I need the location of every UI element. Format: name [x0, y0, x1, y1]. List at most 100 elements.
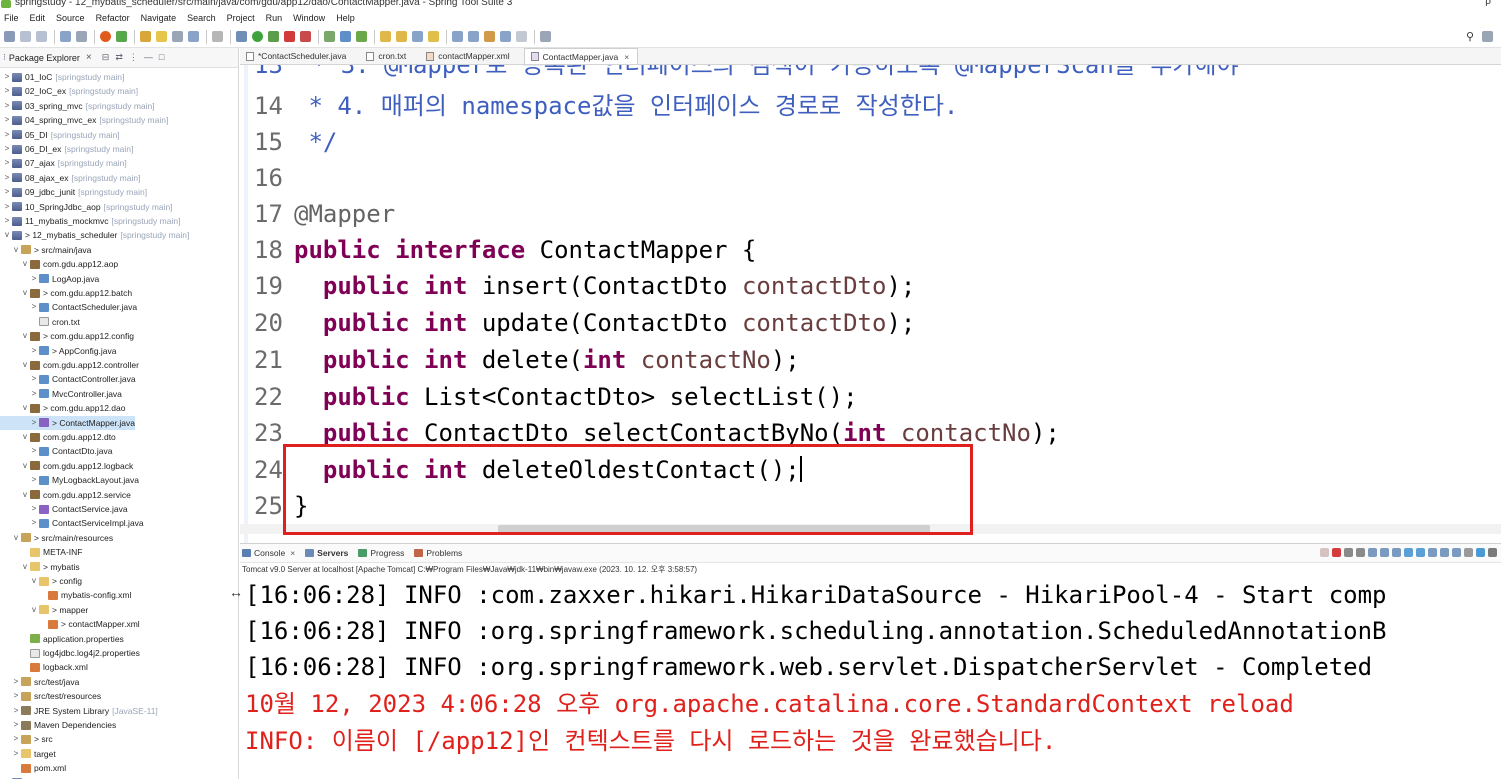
tree-item[interactable]: >11_mybatis_mockmvc [springstudy main] [0, 214, 181, 228]
chevron-right-icon[interactable]: > [3, 84, 11, 98]
new-console-icon[interactable] [1452, 548, 1461, 557]
menu-window[interactable]: Window [293, 13, 325, 23]
last-edit-location-icon[interactable] [484, 31, 495, 42]
tree-item[interactable]: > ContactService.java [0, 502, 128, 516]
chevron-down-icon[interactable]: v [30, 574, 38, 588]
tree-item[interactable]: pom.xml [0, 761, 66, 775]
chevron-right-icon[interactable]: > [3, 171, 11, 185]
tree-item[interactable]: v > src/main/resources [0, 531, 113, 545]
quick-access-search-icon[interactable]: ⚲ [1466, 30, 1474, 43]
chevron-right-icon[interactable]: > [30, 272, 38, 286]
open-task-icon[interactable] [356, 31, 367, 42]
debug-icon[interactable] [236, 31, 247, 42]
chevron-right-icon[interactable]: > [12, 747, 20, 761]
collapse-all-icon[interactable]: ⊟ [102, 52, 110, 63]
tree-item[interactable]: v > config [0, 574, 82, 588]
tree-item[interactable]: > src/test/resources [0, 689, 101, 703]
tree-item[interactable]: >09_jdbc_junit [springstudy main] [0, 185, 147, 199]
tree-item[interactable]: > MvcController.java [0, 387, 122, 401]
tab-progress[interactable]: Progress [358, 548, 404, 558]
chevron-down-icon[interactable]: v [21, 488, 29, 502]
chevron-right-icon[interactable]: > [3, 113, 11, 127]
show-whitespace-icon[interactable] [212, 31, 223, 42]
chevron-right-icon[interactable]: > [3, 70, 11, 84]
chevron-right-icon[interactable]: > [3, 214, 11, 228]
chevron-right-icon[interactable]: > [3, 156, 11, 170]
link-with-editor-icon[interactable]: ⇄ [115, 52, 123, 63]
chevron-down-icon[interactable]: v [21, 560, 29, 574]
tree-item[interactable]: v com.gdu.app12.logback [0, 459, 133, 473]
tab-problems[interactable]: Problems [414, 548, 462, 558]
chevron-right-icon[interactable]: > [3, 99, 11, 113]
tab-cron-txt[interactable]: cron.txt [360, 48, 414, 64]
scroll-lock-icon[interactable] [1380, 548, 1389, 557]
display-selected-console-icon[interactable] [1440, 548, 1449, 557]
filters-icon[interactable]: ⋮ [129, 52, 138, 63]
tree-item[interactable]: v com.gdu.app12.dto [0, 430, 116, 444]
tree-item[interactable]: > ContactDto.java [0, 444, 113, 458]
chevron-right-icon[interactable]: > [30, 516, 38, 530]
next-annotation-icon[interactable] [452, 31, 463, 42]
tree-item[interactable]: application.properties [0, 632, 124, 646]
pin-icon[interactable] [188, 31, 199, 42]
close-tab-icon[interactable]: × [624, 52, 629, 62]
back-icon[interactable] [500, 31, 511, 42]
terminal-icon[interactable] [60, 31, 71, 42]
close-tab-icon[interactable]: × [290, 548, 295, 558]
chevron-down-icon[interactable]: v [30, 603, 38, 617]
external-tools-icon[interactable] [284, 31, 295, 42]
menu-file[interactable]: File [4, 13, 19, 23]
menu-navigate[interactable]: Navigate [141, 13, 177, 23]
chevron-right-icon[interactable]: > [3, 200, 11, 214]
tree-item[interactable]: >06_DI_ex [springstudy main] [0, 142, 134, 156]
run-icon[interactable] [252, 31, 263, 42]
open-folder-icon[interactable] [380, 31, 391, 42]
tree-item[interactable]: > JRE System Library [JavaSE-11] [0, 704, 158, 718]
previous-annotation-icon[interactable] [468, 31, 479, 42]
tree-item[interactable]: >05_DI [springstudy main] [0, 128, 120, 142]
chevron-right-icon[interactable]: > [12, 732, 20, 746]
stop-server-icon[interactable] [100, 31, 111, 42]
minimize-icon[interactable]: — [144, 52, 153, 63]
tree-item[interactable]: log4jdbc.log4j2.properties [0, 646, 140, 660]
tree-item[interactable]: v > com.gdu.app12.dao [0, 401, 125, 415]
show-on-output-icon[interactable] [1404, 548, 1413, 557]
chevron-right-icon[interactable]: > [30, 473, 38, 487]
chevron-down-icon[interactable]: v [3, 228, 11, 242]
tab-servers[interactable]: Servers [305, 548, 348, 558]
tree-item[interactable]: > Servers[springstudy main] [0, 776, 126, 779]
chevron-right-icon[interactable]: > [30, 416, 38, 430]
terminate-icon[interactable] [1332, 548, 1341, 557]
tree-item[interactable]: v > mapper [0, 603, 88, 617]
tree-item[interactable]: > > src [0, 732, 53, 746]
chevron-right-icon[interactable]: > [12, 718, 20, 732]
chevron-right-icon[interactable]: > [12, 704, 20, 718]
tree-item[interactable]: META-INF [0, 545, 83, 559]
chevron-down-icon[interactable]: v [21, 286, 29, 300]
remove-launch-icon[interactable] [1344, 548, 1353, 557]
remove-all-launches-icon[interactable] [1356, 548, 1365, 557]
menu-run[interactable]: Run [266, 13, 283, 23]
tree-item[interactable]: >10_SpringJdbc_aop [springstudy main] [0, 200, 173, 214]
chevron-right-icon[interactable]: > [3, 142, 11, 156]
tree-item[interactable]: >08_ajax_ex [springstudy main] [0, 171, 141, 185]
forward-icon[interactable] [516, 31, 527, 42]
console-output[interactable]: [16:06:28] INFO :com.zaxxer.hikari.Hikar… [240, 575, 1501, 779]
chevron-right-icon[interactable]: > [3, 776, 11, 779]
tree-item[interactable]: mybatis-config.xml [0, 588, 131, 602]
search-toolbar-icon[interactable] [172, 31, 183, 42]
menu-project[interactable]: Project [227, 13, 255, 23]
save-all-icon[interactable] [36, 31, 47, 42]
tab-contact-mapper-java[interactable]: ContactMapper.java × [523, 48, 639, 64]
tree-item[interactable]: > ContactServiceImpl.java [0, 516, 144, 530]
tree-item[interactable]: v com.gdu.app12.aop [0, 257, 118, 271]
tree-item[interactable]: > Maven Dependencies [0, 718, 117, 732]
chevron-right-icon[interactable]: > [30, 387, 38, 401]
clear-console-icon[interactable] [1368, 548, 1377, 557]
maximize-icon[interactable]: □ [159, 52, 164, 63]
chevron-right-icon[interactable]: > [3, 185, 11, 199]
package-explorer-title[interactable]: Package Explorer [9, 53, 80, 63]
tree-item[interactable]: logback.xml [0, 660, 88, 674]
tree-item[interactable]: v com.gdu.app12.controller [0, 358, 139, 372]
pin-editor-icon[interactable] [540, 31, 551, 42]
